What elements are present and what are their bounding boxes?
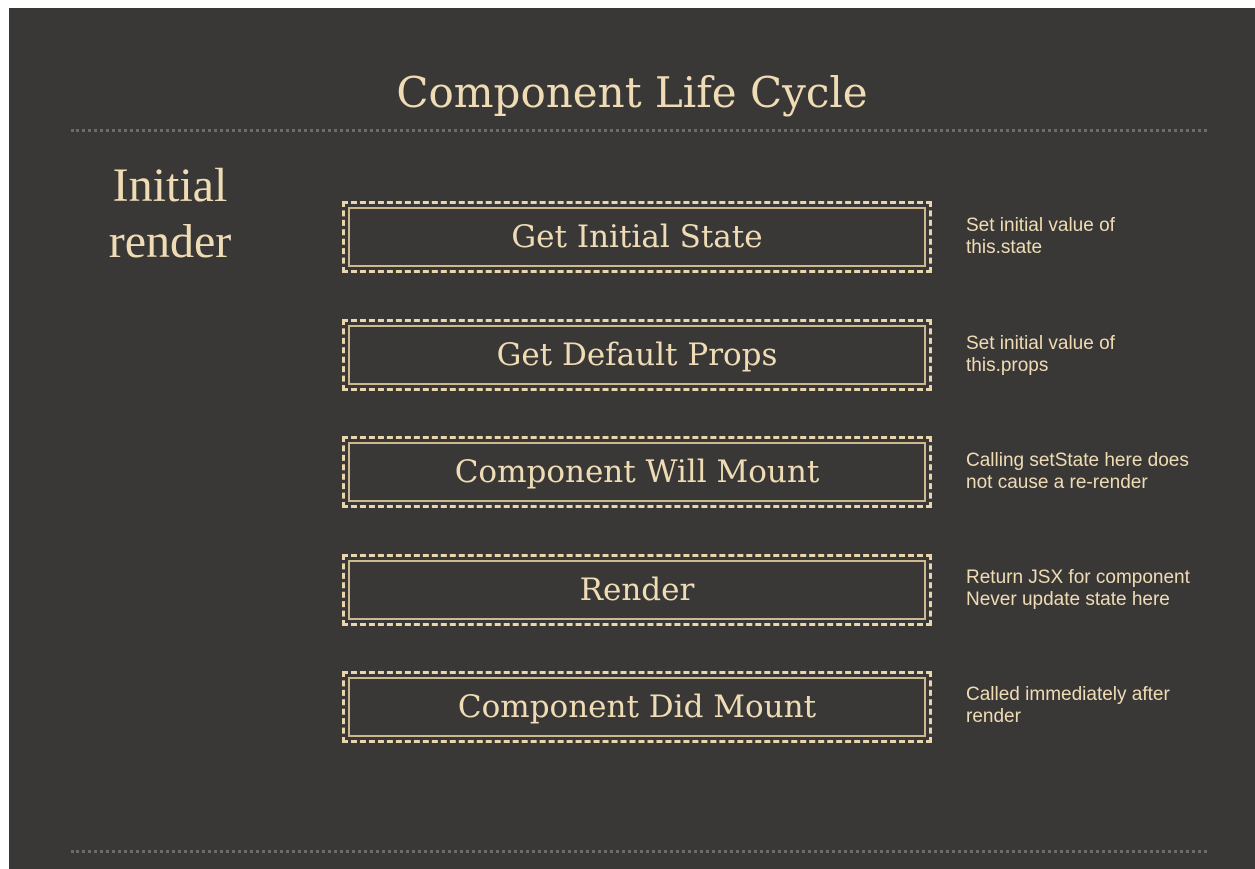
slide: Component Life Cycle Initial render Get … — [9, 8, 1255, 869]
slide-title: Component Life Cycle — [396, 68, 868, 117]
step-note-get-default-props: Set initial value of this.props — [966, 333, 1115, 376]
step-note-get-initial-state: Set initial value of this.state — [966, 215, 1115, 258]
step-render[interactable]: Render — [342, 554, 932, 626]
step-component-did-mount[interactable]: Component Did Mount — [342, 671, 932, 743]
step-note-component-will-mount: Calling setState here does not cause a r… — [966, 450, 1189, 493]
section-label: Initial render — [108, 159, 232, 268]
step-note-component-did-mount: Called immediately after render — [966, 684, 1170, 727]
step-note-render: Return JSX for component Never update st… — [966, 567, 1190, 610]
step-get-initial-state[interactable]: Get Initial State — [342, 201, 932, 273]
step-component-will-mount[interactable]: Component Will Mount — [342, 436, 932, 508]
step-get-default-props[interactable]: Get Default Props — [342, 319, 932, 391]
top-divider — [71, 129, 1207, 132]
bottom-divider — [71, 850, 1207, 853]
